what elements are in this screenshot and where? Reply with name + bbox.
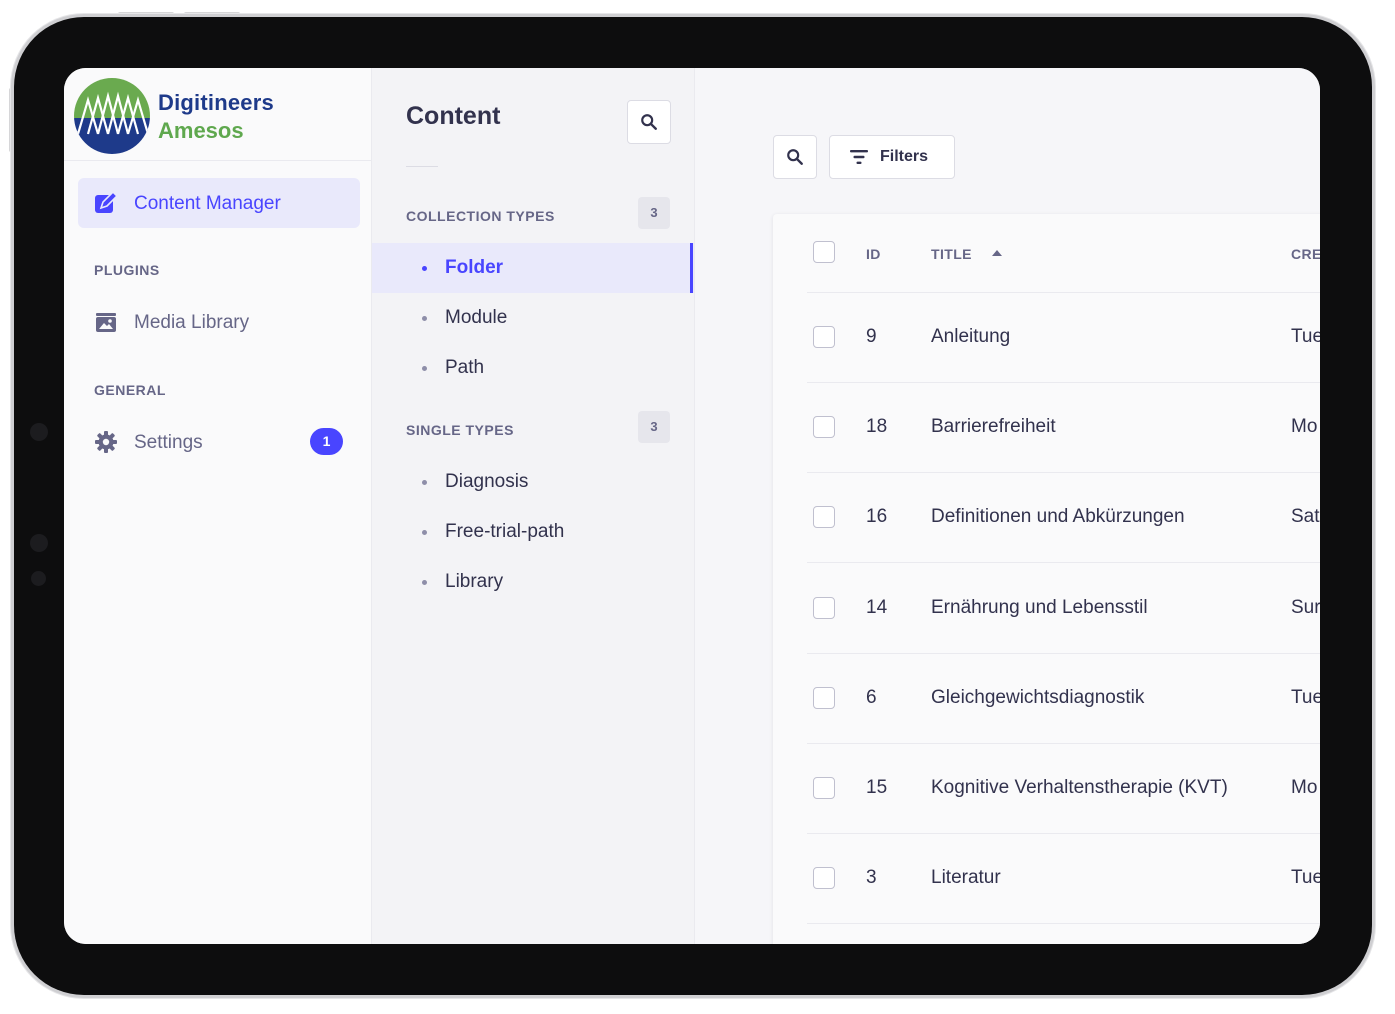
row-created: Tue [1291,326,1320,347]
general-section-label: GENERAL [94,382,166,398]
subnav-item-label: Folder [445,257,504,278]
bullet-dot [422,266,427,271]
nav-item-media-library[interactable]: Media Library [94,302,354,342]
front-camera [30,423,48,441]
row-title[interactable]: Barrierefreiheit [931,416,1056,438]
brand-name: Digitineers [158,90,274,115]
device-side-button [9,88,13,152]
subnav-item-label: Path [445,357,485,378]
subnav-item-free-trial-path[interactable]: Free-trial-path [372,507,694,557]
row-divider [807,653,1320,654]
single-types-count: 3 [638,411,670,443]
row-divider [807,833,1320,834]
row-created: Mo [1291,416,1318,437]
search-icon [787,149,803,165]
row-id: 3 [866,867,877,888]
row-id: 15 [866,777,888,798]
main-navigation: Digitineers Amesos Content Manager PLUGI… [64,68,372,944]
bullet-dot [422,530,427,535]
table-header: ID TITLE CRE [773,214,1320,292]
row-divider [807,292,1320,293]
sort-ascending-icon[interactable] [992,250,1002,256]
row-checkbox[interactable] [813,326,835,348]
collection-types-count: 3 [638,197,670,229]
row-divider [807,382,1320,383]
row-checkbox[interactable] [813,777,835,799]
row-title[interactable]: Literatur [931,867,1001,889]
brand-header: Digitineers Amesos [64,68,371,161]
subnav-item-library[interactable]: Library [372,557,694,607]
bullet-dot [422,316,427,321]
row-id: 16 [866,506,888,527]
row-title[interactable]: Kognitive Verhaltenstherapie (KVT) [931,777,1228,799]
nav-item-settings-label: Settings [134,432,203,453]
subnav-item-label: Diagnosis [445,471,529,492]
row-created: Tue [1291,867,1320,888]
subnav-item-diagnosis[interactable]: Diagnosis [372,457,694,507]
row-title[interactable]: Ernährung und Lebensstil [931,597,1148,619]
row-checkbox[interactable] [813,416,835,438]
settings-notification-badge: 1 [310,428,343,455]
row-title[interactable]: Definitionen und Abkürzungen [931,506,1185,528]
row-id: 9 [866,326,877,347]
row-divider [807,562,1320,563]
image-gallery-icon [96,313,116,332]
nav-item-media-library-label: Media Library [134,312,250,333]
content-list-view: Filters ID TITLE CRE 9 Anleitung Tue 18 … [695,68,1320,944]
filters-button[interactable]: Filters [829,135,955,179]
row-created: Sat [1291,506,1320,527]
bullet-dot [422,366,427,371]
subnav-item-label: Free-trial-path [445,521,565,542]
select-all-checkbox[interactable] [813,241,835,263]
subnav-item-module[interactable]: Module [372,293,694,343]
row-created: Sur [1291,597,1320,618]
subnav-item-folder[interactable]: Folder [372,243,694,293]
app-screen: Digitineers Amesos Content Manager PLUGI… [64,68,1320,944]
single-types-label: SINGLE TYPES [406,422,514,438]
row-created: Tue [1291,687,1320,708]
bullet-dot [422,580,427,585]
filter-icon [850,150,868,164]
row-checkbox[interactable] [813,597,835,619]
content-type-navigation: Content COLLECTION TYPES 3 Folder Module… [372,68,695,944]
entries-table: ID TITLE CRE 9 Anleitung Tue 18 Barriere… [773,214,1320,944]
camera-sensor-2 [30,534,48,552]
row-checkbox[interactable] [813,687,835,709]
row-checkbox[interactable] [813,867,835,889]
gear-icon [95,431,117,453]
row-divider [807,923,1320,924]
row-id: 6 [866,687,877,708]
collection-types-label: COLLECTION TYPES [406,208,555,224]
bullet-dot [422,480,427,485]
filters-button-label: Filters [880,148,929,165]
device-top-button-1 [118,12,174,16]
subnav-item-path[interactable]: Path [372,343,694,393]
row-title[interactable]: Anleitung [931,326,1010,348]
subnav-search-button[interactable] [627,100,671,144]
edit-pen-icon [95,191,118,213]
row-created: Mo [1291,777,1318,798]
subnav-item-label: Module [445,307,508,328]
search-icon [641,114,657,130]
column-header-created[interactable]: CRE [1291,246,1320,262]
brand-logo-icon [74,78,150,154]
subnav-divider [406,166,438,167]
nav-item-content-manager[interactable]: Content Manager [78,178,360,228]
subnav-title: Content [406,102,501,130]
column-header-title[interactable]: TITLE [931,246,972,262]
camera-sensor-3 [31,571,46,586]
nav-item-content-manager-label: Content Manager [134,193,281,214]
brand-subname: Amesos [158,118,244,143]
subnav-item-label: Library [445,571,504,592]
row-divider [807,743,1320,744]
row-id: 14 [866,597,888,618]
list-search-button[interactable] [773,135,817,179]
row-checkbox[interactable] [813,506,835,528]
row-divider [807,472,1320,473]
column-header-id[interactable]: ID [866,246,881,262]
row-id: 18 [866,416,888,437]
row-title[interactable]: Gleichgewichtsdiagnostik [931,687,1144,709]
device-top-button-2 [184,12,240,16]
plugins-section-label: PLUGINS [94,262,160,278]
